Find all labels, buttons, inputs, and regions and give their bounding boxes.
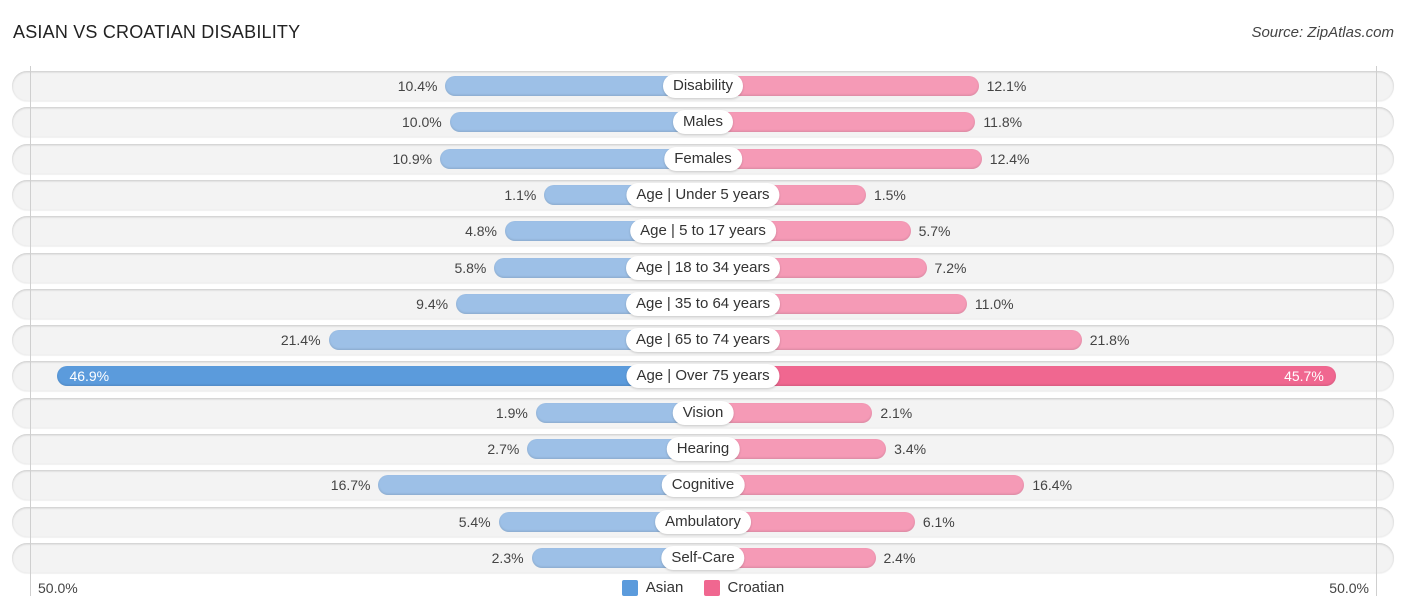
bar-croatian-age-over-75-years[interactable] xyxy=(703,366,1336,386)
value-label-croatian-ambulatory: 6.1% xyxy=(922,514,955,530)
legend-label-asian: Asian xyxy=(645,579,684,596)
value-label-asian-age-18-to-34-years: 5.8% xyxy=(454,260,487,276)
category-label-self-care: Self-Care xyxy=(661,546,745,570)
value-label-asian-age-under-5-years: 1.1% xyxy=(504,187,537,203)
value-label-asian-vision: 1.9% xyxy=(495,405,528,421)
right-axis-line xyxy=(1376,66,1377,596)
value-label-croatian-males: 11.8% xyxy=(983,114,1023,130)
bar-croatian-females[interactable] xyxy=(703,149,982,169)
value-label-asian-males: 10.0% xyxy=(402,114,442,130)
chart-plot-area: 10.4% 12.1% Disability 10.0% 11.8% Males 10.9%… xyxy=(0,0,1406,612)
value-label-croatian-cognitive: 16.4% xyxy=(1032,477,1073,493)
value-label-asian-self-care: 2.3% xyxy=(491,550,524,566)
bar-asian-age-over-75-years[interactable] xyxy=(57,366,703,386)
value-label-croatian-age-65-to-74-years: 21.8% xyxy=(1089,332,1130,348)
value-label-asian-cognitive: 16.7% xyxy=(330,477,371,493)
category-label-age-65-to-74-years: Age | 65 to 74 years xyxy=(626,328,780,352)
bar-asian-cognitive[interactable] xyxy=(378,475,703,495)
value-label-asian-age-over-75-years: 46.9% xyxy=(69,368,110,384)
bar-asian-males[interactable] xyxy=(449,112,703,132)
category-label-females: Females xyxy=(664,147,742,171)
value-label-asian-age-35-to-64-years: 9.4% xyxy=(416,296,449,312)
value-label-croatian-females: 12.4% xyxy=(989,151,1030,167)
category-label-age-5-to-17-years: Age | 5 to 17 years xyxy=(630,219,776,243)
category-label-age-over-75-years: Age | Over 75 years xyxy=(626,364,780,388)
value-label-asian-females: 10.9% xyxy=(392,151,433,167)
value-label-croatian-hearing: 3.4% xyxy=(894,441,927,457)
legend-swatch-asian xyxy=(621,579,638,596)
legend: Asian Croatian xyxy=(0,579,1406,600)
category-label-hearing: Hearing xyxy=(666,437,740,461)
value-label-asian-age-65-to-74-years: 21.4% xyxy=(280,332,321,348)
bar-croatian-disability[interactable] xyxy=(703,76,979,96)
category-label-age-35-to-64-years: Age | 35 to 64 years xyxy=(626,292,780,316)
value-label-asian-ambulatory: 5.4% xyxy=(458,514,491,530)
category-label-age-18-to-34-years: Age | 18 to 34 years xyxy=(626,256,780,280)
category-label-age-under-5-years: Age | Under 5 years xyxy=(626,183,780,207)
bar-croatian-cognitive[interactable] xyxy=(703,475,1025,495)
category-label-disability: Disability xyxy=(662,74,744,98)
legend-label-croatian: Croatian xyxy=(727,579,785,596)
category-label-cognitive: Cognitive xyxy=(661,473,745,497)
value-label-croatian-disability: 12.1% xyxy=(986,78,1027,94)
value-label-croatian-age-over-75-years: 45.7% xyxy=(1284,368,1324,384)
value-label-asian-disability: 10.4% xyxy=(397,78,438,94)
value-label-croatian-age-5-to-17-years: 5.7% xyxy=(918,223,951,239)
value-label-croatian-age-35-to-64-years: 11.0% xyxy=(974,296,1014,312)
value-label-asian-hearing: 2.7% xyxy=(487,441,520,457)
category-label-vision: Vision xyxy=(672,401,734,425)
left-axis-line xyxy=(30,66,31,596)
value-label-croatian-self-care: 2.4% xyxy=(883,550,916,566)
value-label-croatian-age-18-to-34-years: 7.2% xyxy=(934,260,967,276)
value-label-croatian-vision: 2.1% xyxy=(880,405,913,421)
category-label-ambulatory: Ambulatory xyxy=(655,510,751,534)
legend-swatch-croatian xyxy=(703,579,720,596)
legend-item-asian[interactable]: Asian xyxy=(621,579,684,596)
legend-item-croatian[interactable]: Croatian xyxy=(703,579,785,596)
value-label-croatian-age-under-5-years: 1.5% xyxy=(873,187,906,203)
value-label-asian-age-5-to-17-years: 4.8% xyxy=(465,223,497,239)
category-label-males: Males xyxy=(672,110,734,134)
bar-croatian-males[interactable] xyxy=(703,112,976,132)
